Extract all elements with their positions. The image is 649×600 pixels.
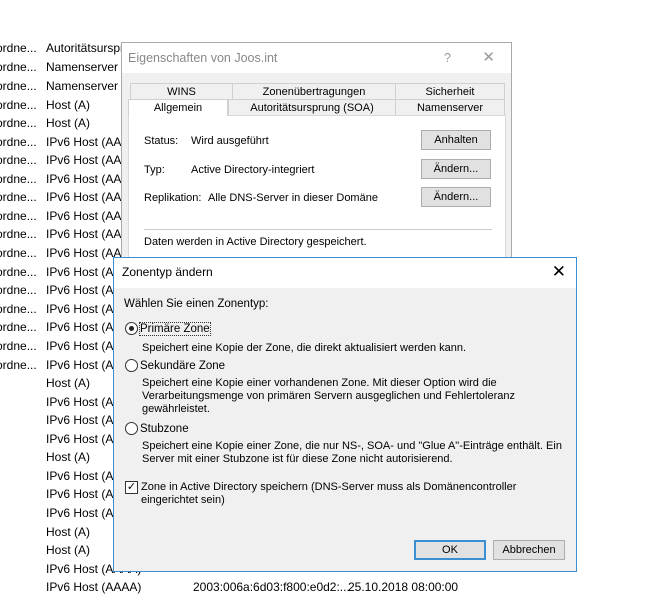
general-panel: Status: Wird ausgeführt Anhalten Typ: Ac…: [128, 115, 506, 275]
replication-value: Alle DNS-Server in dieser Domäne: [208, 192, 378, 204]
cell-c2: Host (A): [46, 525, 91, 539]
ok-button[interactable]: OK: [414, 540, 486, 560]
cell-c1: ordne...: [0, 79, 37, 93]
radio-secondary-zone[interactable]: Sekundäre Zone: [125, 359, 225, 372]
cell-c1: ordne...: [0, 302, 37, 316]
store-in-ad-checkbox[interactable]: ✓ Zone in Active Directory speichern (DNS…: [125, 481, 521, 507]
cancel-button[interactable]: Abbrechen: [493, 540, 565, 560]
checkmark-icon: ✓: [125, 481, 138, 494]
zone-dialog-title: Zonentyp ändern: [122, 265, 213, 279]
divider: [144, 229, 492, 230]
cell-c1: ordne...: [0, 116, 37, 130]
cell-c1: ordne...: [0, 60, 37, 74]
cell-c1: ordne...: [0, 98, 37, 112]
change-zone-type-dialog: Zonentyp ändern ✕ Wählen Sie einen Zonen…: [113, 257, 577, 572]
cell-c1: ordne...: [0, 227, 37, 241]
zone-title-bar: Zonentyp ändern ✕: [114, 258, 576, 288]
type-value: Active Directory-integriert: [191, 164, 315, 176]
zone-type-prompt: Wählen Sie einen Zonentyp:: [124, 298, 269, 310]
secondary-zone-description: Speichert eine Kopie einer vorhandenen Z…: [142, 377, 516, 415]
close-icon[interactable]: ✕: [482, 43, 495, 73]
pause-button[interactable]: Anhalten: [421, 130, 491, 150]
store-in-ad-label: Zone in Active Directory speichern (DNS-…: [141, 481, 517, 506]
cell-c2: Host (A): [46, 376, 91, 390]
change-type-button[interactable]: Ändern...: [421, 159, 491, 179]
cell-c1: ordne...: [0, 339, 37, 353]
secondary-zone-label: Sekundäre Zone: [140, 359, 226, 372]
cell-c1: ordne...: [0, 209, 37, 223]
cell-c4: 25.10.2018 08:00:00: [348, 580, 459, 594]
cell-c1: ordne...: [0, 172, 37, 186]
change-replication-button[interactable]: Ändern...: [421, 187, 491, 207]
cell-c2: Host (A): [46, 98, 91, 112]
tab-nameservers[interactable]: Namenserver: [395, 99, 505, 116]
cell-c1: ordne...: [0, 265, 37, 279]
properties-dialog: Eigenschaften von Joos.int ? ✕ WINS Zone…: [121, 42, 512, 275]
cell-c2: Host (A): [46, 543, 91, 557]
cell-c2: IPv6 Host (AAAA): [46, 580, 142, 594]
radio-primary-zone[interactable]: Primäre Zone: [125, 321, 211, 336]
cell-c1: ordne...: [0, 153, 37, 167]
radio-icon: [125, 359, 138, 372]
type-label: Typ:: [144, 164, 165, 176]
storage-info: Daten werden in Active Directory gespeic…: [144, 236, 367, 248]
radio-icon: [125, 422, 138, 435]
radio-stub-zone[interactable]: Stubzone: [125, 422, 189, 435]
cell-c2: Host (A): [46, 450, 91, 464]
cell-c1: ordne...: [0, 246, 37, 260]
cell-c1: ordne...: [0, 320, 37, 334]
cell-c1: ordne...: [0, 190, 37, 204]
properties-title: Eigenschaften von Joos.int: [128, 51, 278, 65]
stub-zone-label: Stubzone: [140, 422, 189, 435]
tab-general[interactable]: Allgemein: [128, 99, 228, 116]
primary-zone-description: Speichert eine Kopie der Zone, die direk…: [142, 342, 467, 354]
tab-zone-transfers[interactable]: Zonenübertragungen: [232, 83, 396, 100]
help-button[interactable]: ?: [444, 43, 451, 73]
primary-zone-label: Primäre Zone: [139, 321, 211, 336]
cell-c1: ordne...: [0, 135, 37, 149]
radio-selected-icon: [125, 322, 138, 335]
tab-security[interactable]: Sicherheit: [395, 83, 505, 100]
tab-soa[interactable]: Autoritätsursprung (SOA): [228, 99, 396, 116]
status-value: Wird ausgeführt: [191, 135, 269, 147]
cell-c1: ordne...: [0, 41, 37, 55]
status-label: Status:: [144, 135, 179, 147]
properties-title-bar: Eigenschaften von Joos.int ? ✕: [122, 43, 511, 73]
stub-zone-description: Speichert eine Kopie einer Zone, die nur…: [142, 440, 562, 465]
cell-c1: ordne...: [0, 283, 37, 297]
close-icon[interactable]: ✕: [552, 258, 566, 286]
cell-c2: Host (A): [46, 116, 91, 130]
tab-wins[interactable]: WINS: [130, 83, 233, 100]
cell-c3: 2003:006a:6d03:f800:e0d2:...: [193, 580, 350, 594]
replication-label: Replikation:: [144, 192, 202, 204]
cell-c1: ordne...: [0, 358, 37, 372]
